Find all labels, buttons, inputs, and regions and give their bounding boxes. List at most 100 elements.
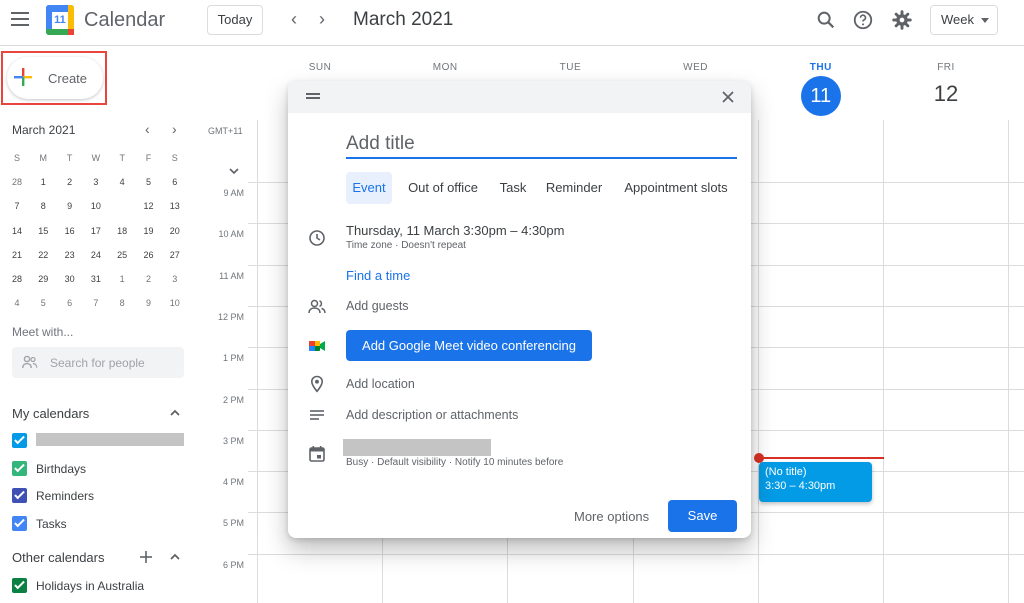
search-people-placeholder: Search for people [50,356,145,370]
mini-calendar-day[interactable]: 24 [84,243,108,267]
day-header-sun[interactable]: SUN [258,62,382,73]
menu-icon[interactable] [11,12,29,26]
search-people-input[interactable]: Search for people [12,347,184,378]
mini-calendar-day[interactable]: 28 [5,170,29,194]
mini-calendar-day[interactable]: 9 [137,291,161,315]
weekday-heading: M [39,153,48,163]
mini-calendar-day[interactable]: 4 [110,170,134,194]
add-icon[interactable] [139,550,153,564]
mini-calendar-day[interactable]: 27 [163,243,187,267]
chevron-down-icon[interactable] [228,166,240,176]
other-calendars-heading[interactable]: Other calendars [12,550,105,565]
mini-calendar-day[interactable]: 2 [137,267,161,291]
chevron-up-icon[interactable] [168,550,182,564]
weekday-heading: W [91,153,101,163]
add-guests-field[interactable]: Add guests [346,299,409,313]
day-header-thu[interactable]: THU 11 [759,62,883,116]
tab-out-of-office[interactable]: Out of office [402,172,484,204]
mini-next-icon[interactable]: › [172,121,177,137]
checkbox-checked-icon[interactable] [12,460,27,476]
view-select[interactable]: Week [930,5,998,35]
drag-handle-icon[interactable] [306,93,320,99]
mini-calendar-day[interactable]: 26 [137,243,161,267]
mini-prev-icon[interactable]: ‹ [145,121,150,137]
mini-calendar-day[interactable]: 29 [31,267,55,291]
my-calendars-heading[interactable]: My calendars [12,406,89,421]
mini-calendar-day[interactable]: 16 [58,219,82,243]
mini-calendar-day[interactable]: 31 [84,267,108,291]
mini-calendar-day[interactable]: 5 [31,291,55,315]
day-number[interactable]: 12 [884,81,1008,107]
tab-task[interactable]: Task [495,172,531,204]
mini-calendar-day[interactable]: 1 [110,267,134,291]
mini-calendar-day[interactable]: 8 [110,291,134,315]
mini-calendar-day[interactable]: 14 [5,219,29,243]
mini-calendar-day[interactable]: 6 [163,170,187,194]
chevron-up-icon[interactable] [168,406,182,420]
calendar-icon [309,446,325,462]
save-button[interactable]: Save [668,500,737,532]
mini-calendar-day[interactable]: 12 [137,194,161,218]
mini-calendar-day[interactable]: 10 [84,194,108,218]
mini-calendar-day[interactable]: 30 [58,267,82,291]
mini-calendar-day[interactable]: 25 [110,243,134,267]
tab-appointment-slots[interactable]: Appointment slots [620,172,732,204]
checkbox-checked-icon[interactable] [12,515,27,531]
mini-calendar-day[interactable]: 22 [31,243,55,267]
mini-calendar-day[interactable]: 13 [163,194,187,218]
mini-calendar-day[interactable]: 4 [5,291,29,315]
tab-event[interactable]: Event [346,172,392,204]
day-header-mon[interactable]: MON [383,62,507,73]
mini-calendar-day[interactable]: 2 [58,170,82,194]
mini-calendar-day[interactable]: 6 [58,291,82,315]
mini-calendar-day[interactable]: 17 [84,219,108,243]
day-header-tue[interactable]: TUE [508,62,632,73]
add-description-field[interactable]: Add description or attachments [346,408,518,422]
tab-reminder[interactable]: Reminder [543,172,605,204]
weekday-heading: T [66,153,73,163]
mini-calendar-day[interactable]: 7 [84,291,108,315]
checkbox-checked-icon[interactable] [12,433,27,448]
prev-week-button[interactable]: ‹ [284,9,304,29]
mini-calendar-day[interactable]: 3 [84,170,108,194]
more-options-button[interactable]: More options [574,509,649,524]
event-datetime[interactable]: Thursday, 11 March 3:30pm – 4:30pm [346,223,564,238]
mini-calendar-day[interactable]: 7 [5,194,29,218]
checkbox-checked-icon[interactable] [12,578,27,593]
today-button[interactable]: Today [207,5,263,35]
day-header-wed[interactable]: WED [634,62,758,73]
mini-calendar-day[interactable]: 20 [163,219,187,243]
mini-calendar-day[interactable]: 1 [31,170,55,194]
checkbox-checked-icon[interactable] [12,488,27,503]
mini-calendar-day[interactable]: 8 [31,194,55,218]
find-time-link[interactable]: Find a time [346,268,410,283]
settings-icon[interactable] [891,9,913,31]
mini-calendar-day[interactable]: 18 [110,219,134,243]
add-meet-button[interactable]: Add Google Meet video conferencing [346,330,592,361]
add-location-field[interactable]: Add location [346,377,415,391]
day-number[interactable]: 11 [800,76,841,116]
mini-calendar-day[interactable]: 3 [163,267,187,291]
plus-icon [14,68,32,86]
next-week-button[interactable]: › [312,9,332,29]
mini-calendar-day[interactable]: 11 [110,194,134,218]
title-input[interactable]: Add title [346,129,737,159]
mini-calendar-day[interactable]: 9 [58,194,82,218]
current-date-title: March 2021 [353,9,454,30]
mini-calendar-day[interactable]: 28 [5,267,29,291]
create-button[interactable]: Create [7,57,103,99]
mini-calendar-day[interactable]: 19 [137,219,161,243]
day-header-fri[interactable]: FRI 12 [884,62,1008,107]
mini-calendar-day[interactable]: 23 [58,243,82,267]
search-icon[interactable] [815,9,837,31]
mini-calendar-day[interactable]: 21 [5,243,29,267]
redacted-calendar-name[interactable] [343,439,491,456]
event-datetime-details[interactable]: Time zone · Doesn't repeat [346,240,466,251]
mini-calendar-day[interactable]: 10 [163,291,187,315]
mini-calendar-day[interactable]: 15 [31,219,55,243]
help-icon[interactable] [852,9,874,31]
event-block[interactable]: (No title) 3:30 – 4:30pm [759,462,872,502]
mini-calendar-day[interactable]: 5 [137,170,161,194]
calendar-visibility-details[interactable]: Busy · Default visibility · Notify 10 mi… [346,457,563,468]
close-icon[interactable] [720,89,736,105]
